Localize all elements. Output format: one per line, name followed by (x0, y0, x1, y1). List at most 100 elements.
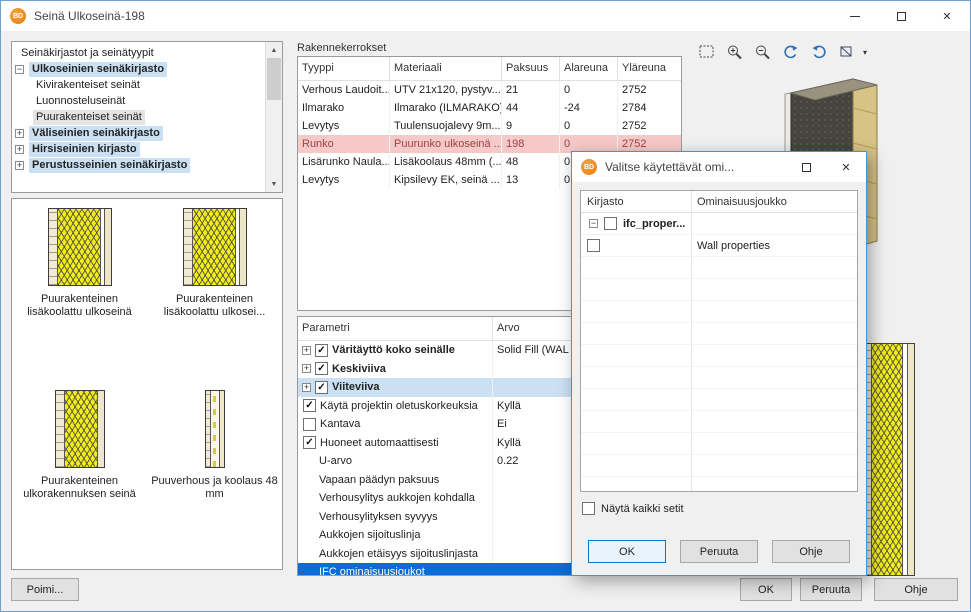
zoom-window-icon[interactable] (695, 41, 719, 63)
window-title: Seinä Ulkoseinä-198 (34, 9, 145, 23)
expand-icon[interactable]: + (15, 145, 24, 154)
scroll-up-icon[interactable]: ▲ (266, 42, 282, 58)
minimize-button[interactable] (832, 1, 878, 31)
empty-row (581, 257, 857, 279)
tree-item-hirsiseinien[interactable]: + Hirsiseinien kirjasto (12, 141, 282, 157)
checkbox-unchecked[interactable] (303, 418, 316, 431)
maximize-button[interactable] (786, 152, 826, 182)
popup-window-controls: ✕ (786, 152, 866, 182)
checkbox-checked[interactable]: ✓ (315, 362, 328, 375)
layers-section-title: Rakennekerrokset (297, 42, 386, 54)
tree-item-luonnostelu[interactable]: Luonnosteluseinät (12, 93, 282, 109)
checkbox-checked[interactable]: ✓ (315, 344, 328, 357)
property-set-dialog: BD Valitse käytettävät omi... ✕ Kirjasto… (571, 151, 867, 576)
wall-section-image (205, 390, 225, 468)
wall-type-thumbnail[interactable]: Puurakenteinen lisäkoolattu ulkosei... (147, 208, 282, 390)
poimi-button[interactable]: Poimi... (11, 578, 79, 601)
titlebar: BD Seinä Ulkoseinä-198 ✕ (1, 1, 970, 31)
collapse-icon[interactable]: − (589, 219, 598, 228)
maximize-button[interactable] (878, 1, 924, 31)
cladding-strip (184, 209, 193, 285)
expand-icon[interactable]: + (302, 364, 311, 373)
empty-row (581, 279, 857, 301)
checkbox-unchecked[interactable] (582, 502, 595, 515)
wall-section-preview[interactable] (861, 343, 915, 576)
expand-icon[interactable]: + (15, 129, 24, 138)
collapse-icon[interactable]: − (15, 65, 24, 74)
layer-row[interactable]: Verhous Laudoit... UTV 21x120, pystyv...… (298, 81, 681, 99)
insulation-strip (872, 344, 902, 575)
wall-section-image (183, 208, 247, 286)
zoom-in-icon[interactable] (723, 41, 747, 63)
chevron-down-icon[interactable]: ▾ (863, 48, 867, 57)
tree-item-kivirakenteiset[interactable]: Kivirakenteiset seinät (12, 77, 282, 93)
inner-board-strip (104, 209, 111, 285)
close-button[interactable]: ✕ (924, 1, 970, 31)
scrollbar-thumb[interactable] (267, 58, 281, 100)
empty-row (581, 411, 857, 433)
insulation-strip (65, 391, 97, 467)
empty-row (581, 323, 857, 345)
wall-type-thumbnail[interactable]: Puurakenteinen lisäkoolattu ulkoseinä (12, 208, 147, 390)
thumbnail-grid: Puurakenteinen lisäkoolattu ulkoseinä Pu… (12, 199, 282, 570)
expand-icon[interactable]: + (302, 383, 311, 392)
ok-button[interactable]: OK (588, 540, 666, 563)
layer-row[interactable]: Levytys Tuulensuojalevy 9m... 9 0 2752 (298, 117, 681, 135)
layers-table-header: Tyyppi Materiaali Paksuus Alareuna Yläre… (298, 57, 681, 81)
checkbox-checked[interactable]: ✓ (303, 436, 316, 449)
insulation-strip (58, 209, 100, 285)
thumbnail-caption: Puurakenteinen lisäkoolattu ulkosei... (151, 293, 279, 319)
popup-titlebar: BD Valitse käytettävät omi... ✕ (572, 152, 866, 182)
tree-root[interactable]: Seinäkirjastot ja seinätyypit (12, 45, 282, 61)
tree-scrollbar[interactable]: ▲ ▼ (265, 42, 282, 192)
library-row[interactable]: − ifc_proper... (581, 213, 857, 235)
maximize-icon (897, 12, 906, 21)
empty-row (581, 345, 857, 367)
wall-type-thumbnail[interactable]: Puurakenteinen ulkorakennuksen seinä (12, 390, 147, 570)
layer-row[interactable]: Ilmarako Ilmarako (ILMARAKO) 44 -24 2784 (298, 99, 681, 117)
thumbnail-caption: Puurakenteinen ulkorakennuksen seinä (16, 475, 144, 501)
tree-item-valiseinien[interactable]: + Väliseinien seinäkirjasto (12, 125, 282, 141)
cancel-button[interactable]: Peruuta (680, 540, 758, 563)
tree-root-label: Seinäkirjastot ja seinätyypit (18, 46, 157, 61)
empty-row (581, 433, 857, 455)
wall-section-image (55, 390, 105, 468)
window-controls: ✕ (832, 1, 970, 31)
batten-strip (211, 391, 219, 467)
ok-button[interactable]: OK (740, 578, 792, 601)
empty-row (581, 455, 857, 477)
checkbox-unchecked[interactable] (604, 217, 617, 230)
show-all-sets-option[interactable]: Näytä kaikki setit (582, 502, 684, 515)
property-set-list: Kirjasto Ominaisuusjoukko − ifc_proper..… (580, 190, 858, 492)
inner-board-strip (907, 344, 914, 575)
tree-item-perustusseinien[interactable]: + Perustusseinien seinäkirjasto (12, 157, 282, 173)
cladding-strip (49, 209, 58, 285)
display-mode-icon[interactable] (835, 41, 859, 63)
popup-title: Valitse käytettävät omi... (605, 160, 734, 174)
tree-item-ulkoseinien[interactable]: − Ulkoseinien seinäkirjasto (12, 61, 282, 77)
checkbox-unchecked[interactable] (587, 239, 600, 252)
zoom-out-icon[interactable] (751, 41, 775, 63)
inner-board-strip (219, 391, 224, 467)
rotate-right-icon[interactable] (807, 41, 831, 63)
scroll-down-icon[interactable]: ▼ (266, 176, 282, 192)
property-set-row[interactable]: Wall properties (581, 235, 857, 257)
expand-icon[interactable]: + (302, 346, 311, 355)
empty-row (581, 477, 857, 492)
checkbox-checked[interactable]: ✓ (303, 399, 316, 412)
cancel-button[interactable]: Peruuta (800, 578, 862, 601)
inner-board-strip (239, 209, 246, 285)
expand-icon[interactable]: + (15, 161, 24, 170)
property-set-list-header: Kirjasto Ominaisuusjoukko (581, 191, 857, 213)
tree-item-puurakenteiset[interactable]: Puurakenteiset seinät (12, 109, 282, 125)
help-button[interactable]: Ohje (874, 578, 958, 601)
app-icon: BD (581, 159, 597, 175)
help-button[interactable]: Ohje (772, 540, 850, 563)
wall-type-thumbnail[interactable]: Puuverhous ja koolaus 48 mm (147, 390, 282, 570)
checkbox-checked[interactable]: ✓ (315, 381, 328, 394)
rotate-left-icon[interactable] (779, 41, 803, 63)
empty-row (581, 367, 857, 389)
empty-row (581, 301, 857, 323)
close-button[interactable]: ✕ (826, 152, 866, 182)
wall-type-gallery: Puurakenteinen lisäkoolattu ulkoseinä Pu… (11, 198, 283, 570)
